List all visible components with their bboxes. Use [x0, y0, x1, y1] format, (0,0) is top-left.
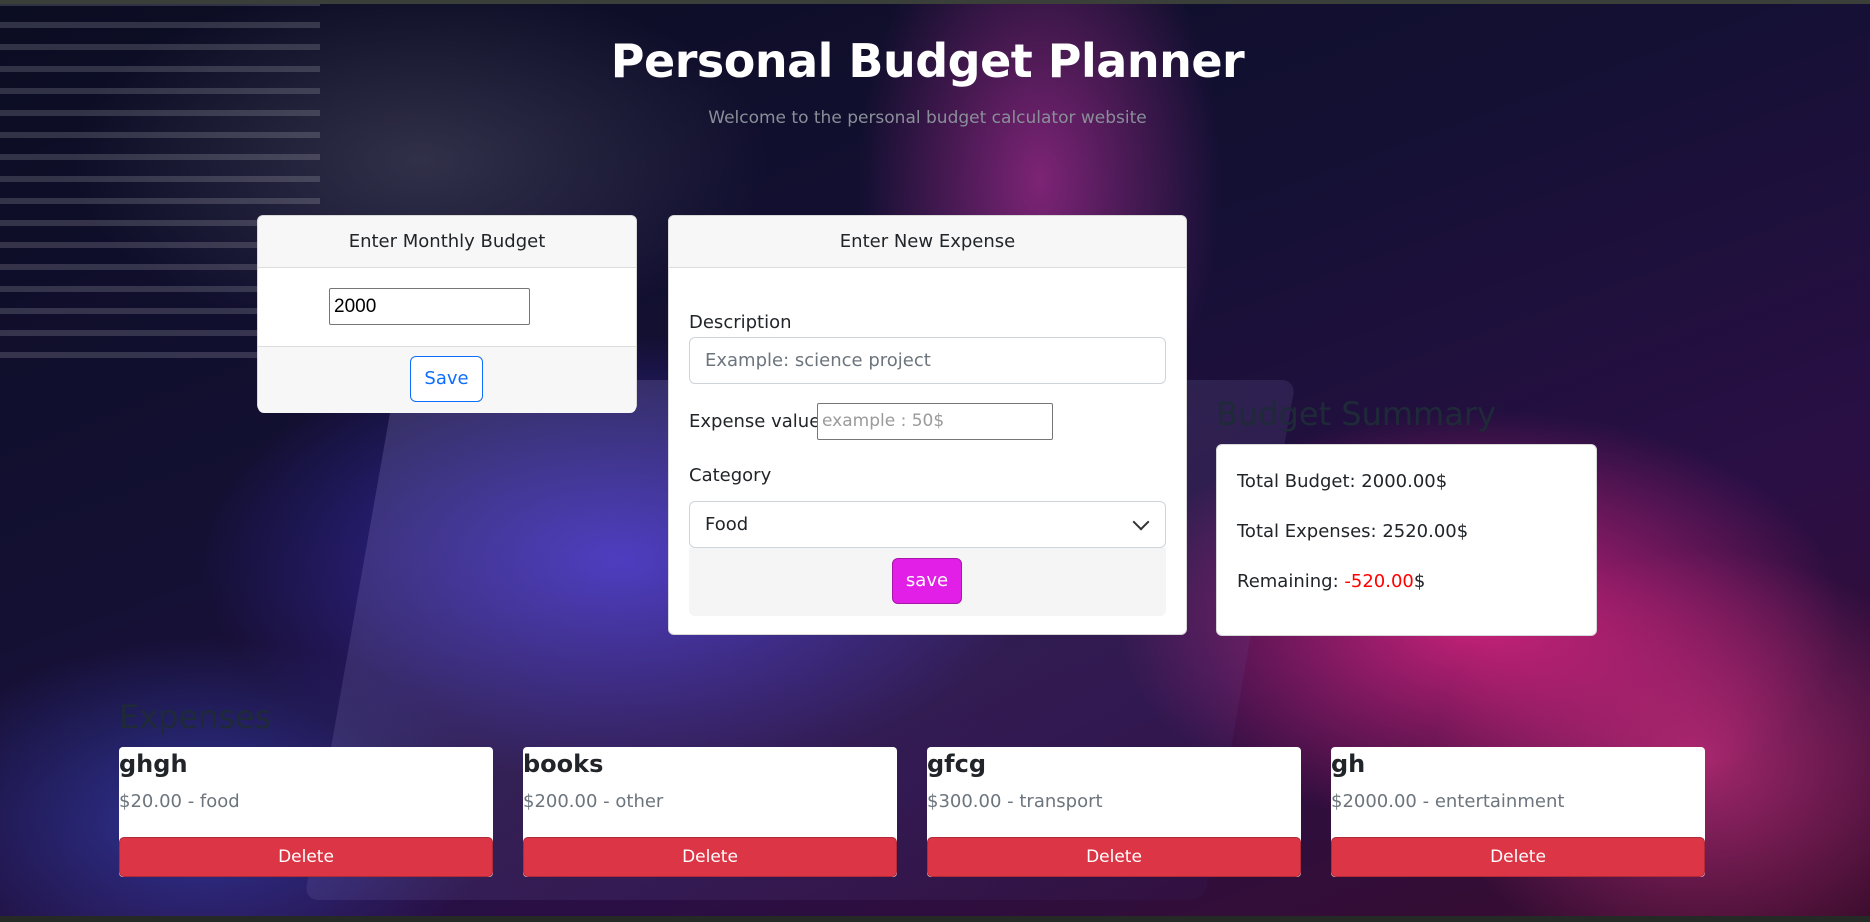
expense-detail: $200.00 - other [523, 791, 664, 812]
remaining-line: Remaining: -520.00$ [1237, 571, 1425, 592]
total-budget-line: Total Budget: 2000.00$ [1237, 471, 1447, 492]
expense-item: gfcg $300.00 - transport Delete [927, 747, 1301, 877]
total-expenses-value: 2520.00$ [1382, 521, 1469, 542]
page-subtitle: Welcome to the personal budget calculato… [708, 108, 1147, 128]
total-expenses-line: Total Expenses: 2520.00$ [1237, 521, 1468, 542]
budget-summary-card: Total Budget: 2000.00$ Total Expenses: 2… [1216, 444, 1597, 636]
expense-name: gh [1331, 750, 1366, 778]
total-budget-label: Total Budget: [1237, 471, 1362, 492]
new-expense-footer: save [689, 548, 1166, 616]
total-budget-value: 2000.00$ [1361, 471, 1448, 492]
delete-expense-button[interactable]: Delete [1331, 837, 1705, 877]
monthly-budget-header: Enter Monthly Budget [258, 216, 636, 268]
window-top-border [0, 0, 1870, 4]
remaining-unit: $ [1413, 571, 1426, 592]
expense-detail: $20.00 - food [119, 791, 240, 812]
expense-name: books [523, 750, 604, 778]
delete-expense-button[interactable]: Delete [523, 837, 897, 877]
save-expense-button[interactable]: save [892, 558, 962, 604]
window-bottom-border [0, 916, 1870, 922]
new-expense-card: Enter New Expense Description Example: s… [668, 215, 1187, 635]
delete-expense-button[interactable]: Delete [927, 837, 1301, 877]
category-select[interactable]: Food [689, 501, 1166, 548]
remaining-label: Remaining: [1237, 571, 1345, 592]
expense-name: gfcg [927, 750, 987, 778]
expense-item: books $200.00 - other Delete [523, 747, 897, 877]
expense-item: gh $2000.00 - entertainment Delete [1331, 747, 1705, 877]
expense-name: ghgh [119, 750, 188, 778]
total-expenses-label: Total Expenses: [1237, 521, 1383, 542]
category-label: Category [689, 465, 772, 486]
delete-expense-button[interactable]: Delete [119, 837, 493, 877]
expense-value-input[interactable]: example : 50$ [817, 403, 1053, 440]
expense-item: ghgh $20.00 - food Delete [119, 747, 493, 877]
expense-detail: $2000.00 - entertainment [1331, 791, 1565, 812]
monthly-budget-footer: Save [258, 346, 636, 413]
monthly-budget-card: Enter Monthly Budget 2000 Save [257, 215, 637, 413]
expense-value-label: Expense value [689, 411, 821, 432]
remaining-value: -520.00 [1344, 571, 1414, 592]
expense-detail: $300.00 - transport [927, 791, 1103, 812]
monthly-budget-input[interactable]: 2000 [329, 288, 530, 325]
chevron-down-icon [1132, 513, 1150, 531]
description-label: Description [689, 312, 792, 333]
budget-summary-title: Budget Summary [1216, 395, 1496, 433]
category-selected-value: Food [705, 514, 749, 535]
monthly-budget-body: 2000 [258, 268, 636, 346]
description-input[interactable]: Example: science project [689, 337, 1166, 384]
new-expense-header: Enter New Expense [669, 216, 1186, 268]
expenses-title: Expenses [119, 698, 272, 736]
page-title: Personal Budget Planner [610, 34, 1245, 88]
save-budget-button[interactable]: Save [410, 356, 483, 402]
